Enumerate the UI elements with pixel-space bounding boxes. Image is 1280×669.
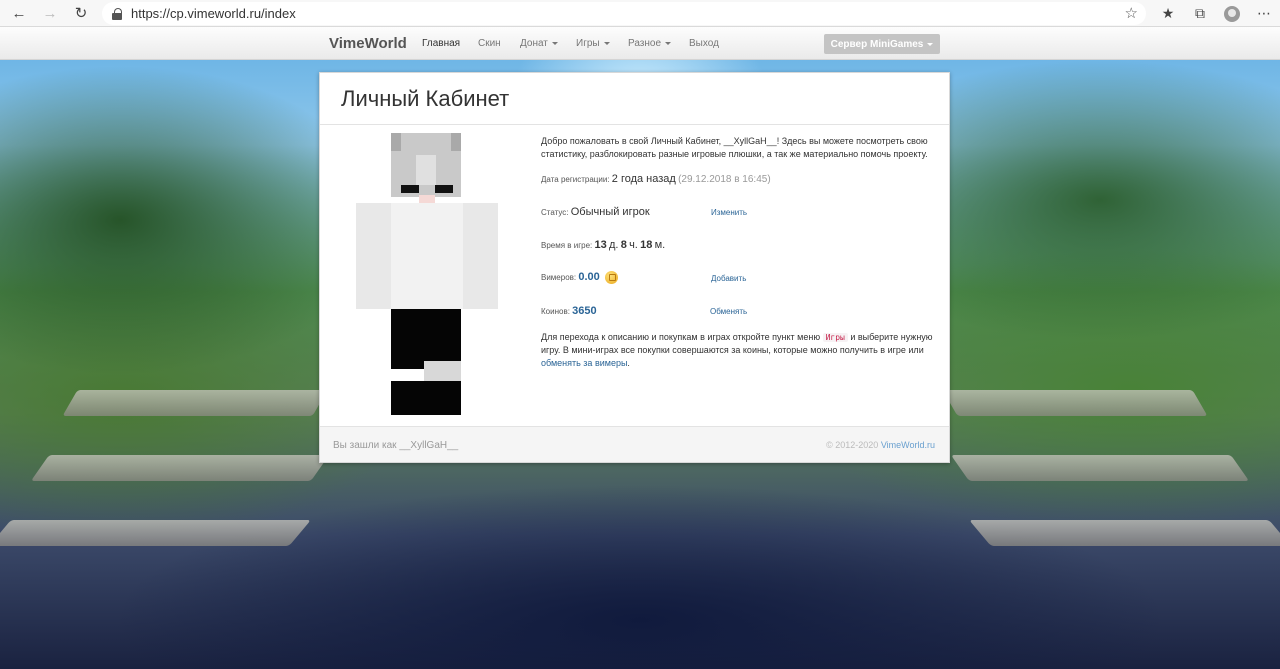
skin-legs [391,309,461,369]
nav-item-skin[interactable]: Скин [478,38,501,49]
change-status-link[interactable]: Изменить [711,208,747,217]
server-select-button[interactable]: Сервер MiniGames [824,34,940,54]
server-button-label: Сервер MiniGames [830,38,924,50]
caret-down-icon [665,41,672,45]
add-vimers-link[interactable]: Добавить [711,274,746,283]
info-code-games: Игры [822,333,848,342]
favorites-icon[interactable]: ★ [1152,0,1184,27]
registration-value: 2 года назад [611,173,676,185]
divider [320,124,949,125]
skin-preview [356,133,498,415]
caret-down-icon [927,42,934,46]
bg-stone-step [0,520,311,546]
status-value: Обычный игрок [570,206,650,218]
coins-label: Коинов: [541,307,570,316]
registration-label: Дата регистрации: [541,175,610,184]
skin-arm [463,203,498,309]
skin-arm [356,203,391,309]
page-title: Личный Кабинет [341,86,510,111]
registration-row: Дата регистрации: 2 года назад (29.12.20… [541,173,771,185]
skin-hair [416,155,436,185]
copyright: © 2012-2020 VimeWorld.ru [826,440,935,450]
exchange-for-vimers-link[interactable]: обменять за вимеры [541,358,627,368]
skin-eye [435,185,453,193]
browser-toolbar: ← → ↻ https://cp.vimeworld.ru/index ☆ ★ … [0,0,1280,27]
caret-down-icon [603,41,610,45]
forward-icon[interactable]: → [37,0,63,27]
site-navbar: VimeWorld Главная Скин Донат Игры Разное… [0,27,1280,60]
welcome-text: Добро пожаловать в свой Личный Кабинет, … [541,135,941,161]
collections-icon[interactable]: ⧉ [1184,0,1216,27]
brand-link[interactable]: VimeWorld [329,35,407,52]
address-bar[interactable]: https://cp.vimeworld.ru/index ☆ [102,2,1146,25]
vimers-label: Вимеров: [541,273,577,282]
skin-eye [401,185,419,193]
copyright-text: © 2012-2020 [826,440,881,450]
status-label: Статус: [541,208,569,217]
more-menu-icon[interactable]: ⋯ [1248,0,1280,27]
bg-stone-step [30,455,330,481]
vimer-coin-icon [605,271,619,285]
caret-down-icon [551,41,558,45]
bookmark-star-icon[interactable]: ☆ [1125,4,1138,22]
playtime-days-unit: д. [609,239,619,251]
info-post: . [627,358,630,368]
welcome-pre: Добро пожаловать в свой Личный Кабинет, [541,136,724,146]
logged-in-as: Вы зашли как __XyllGaH__ [333,440,459,451]
welcome-username: __XyllGaH__ [723,136,777,146]
playtime-hours-unit: ч. [629,239,638,251]
nav-item-donate-label: Донат [520,38,548,49]
registration-date: (29.12.2018 в 16:45) [678,174,771,185]
playtime-minutes: 18 [640,239,653,251]
bg-stone-step [942,390,1208,416]
info-pre: Для перехода к описанию и покупкам в игр… [541,332,823,342]
playtime-minutes-unit: м. [654,239,666,251]
nav-item-games[interactable]: Игры [576,38,610,49]
back-icon[interactable]: ← [6,0,32,27]
bg-stone-step [62,390,328,416]
playtime-hours: 8 [620,239,627,251]
skin-ear [451,133,461,151]
bg-stone-step [969,520,1280,546]
url-text: https://cp.vimeworld.ru/index [131,6,296,21]
skin-shoes [391,381,461,415]
skin-sock [424,361,461,381]
playtime-label: Время в игре: [541,241,593,250]
vimers-row: Вимеров: 0.00 [541,271,619,285]
nav-item-home[interactable]: Главная [422,38,460,49]
avatar-icon [1224,5,1240,22]
panel-footer: Вы зашли как __XyllGaH__ © 2012-2020 Vim… [320,426,949,462]
nav-item-misc[interactable]: Разное [628,38,672,49]
account-panel: Личный Кабинет Добро пожаловать в свой Л… [319,72,950,463]
info-paragraph: Для перехода к описанию и покупкам в игр… [541,331,941,370]
coins-value: 3650 [572,305,597,317]
nav-item-misc-label: Разное [628,38,662,49]
nav-item-donate[interactable]: Донат [520,38,558,49]
vimers-value: 0.00 [578,271,600,283]
site-link[interactable]: VimeWorld.ru [881,440,935,450]
status-row: Статус: Обычный игрок [541,206,650,218]
profile-avatar[interactable] [1216,0,1248,27]
playtime-row: Время в игре: 13 д. 8 ч. 18 м. [541,239,665,251]
nav-item-games-label: Игры [576,38,600,49]
playtime-days: 13 [594,239,607,251]
bg-stone-step [950,455,1250,481]
skin-ear [391,133,401,151]
lock-icon [112,7,122,20]
nav-item-logout[interactable]: Выход [689,38,719,49]
coins-row: Коинов: 3650 [541,305,597,317]
exchange-coins-link[interactable]: Обменять [710,307,747,316]
reload-icon[interactable]: ↻ [68,0,94,27]
